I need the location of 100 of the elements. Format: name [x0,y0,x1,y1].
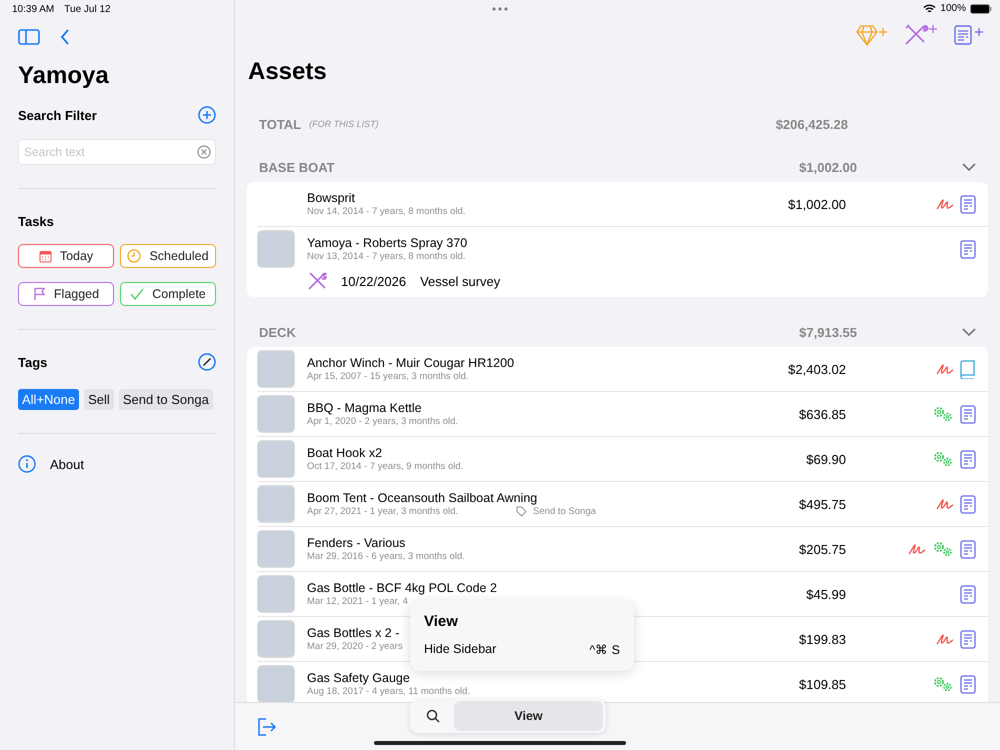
asset-name: Yamoya - Roberts Spray 370 [307,236,468,250]
asset-price: $205.75 [799,542,846,556]
section-heading: Search Filter [18,108,97,122]
asset-price: $109.85 [799,676,846,692]
gears-icon [932,450,954,468]
asset-row[interactable]: Fenders - Various Mar 29, 2016 - 6 years, 3 months old. $205.75 [257,527,988,572]
add-icon[interactable] [198,106,216,124]
asset-row[interactable]: Anchor Winch - Muir Cougar HR1200 Apr 15, 2007 - 15 years, 3 months old. $2,403.02 [257,347,988,392]
document-icon [960,404,976,424]
clear-icon[interactable] [197,145,211,159]
asset-name: BBQ - Magma Kettle [307,401,422,415]
asset-date: Aug 18, 2017 - 4 years, 11 months old. [307,686,470,697]
flag-icon [32,287,46,301]
signature-icon [936,632,954,646]
asset-tag: Send to Songa [533,506,596,517]
back-icon[interactable] [60,29,70,45]
asset-name: Boat Hook x2 [307,446,382,460]
document-icon [960,494,976,514]
document-icon [960,194,976,214]
asset-price: $45.99 [806,586,846,602]
gears-icon [932,540,954,558]
add-diamond-icon[interactable] [856,24,888,46]
checkmark-icon [130,288,144,300]
asset-name: Bowsprit [307,191,355,205]
asset-date: Oct 17, 2014 - 7 years, 9 months old. [307,461,464,472]
task-filter-button[interactable]: Complete [120,282,216,306]
document-icon [960,240,976,258]
page-title: Assets [248,58,328,86]
signature-icon [936,362,954,376]
asset-date: Mar 29, 2016 - 6 years, 3 months old. [307,551,465,562]
asset-row[interactable]: Boom Tent - Oceansouth Sailboat Awning Apr 27, 2021 - 1 year, 3 months old. Send to Songa $495.75 [257,482,988,527]
status-date: Tue Jul 12 [64,4,111,14]
about-item[interactable]: About [18,455,216,473]
chevron-down-icon[interactable] [962,328,976,336]
tag-chip[interactable]: Send to Songa [118,389,213,410]
add-document-icon[interactable] [954,24,986,46]
gears-icon [932,675,954,693]
menu-item[interactable]: Hide Sidebar ^⌘ S [424,642,620,657]
section-total: $1,002.00 [799,160,857,174]
exit-icon[interactable] [257,718,277,736]
asset-row[interactable]: Yamoya - Roberts Spray 370 Nov 13, 2014 - 7 years, 8 months old. 10/22/2026 Vessel survey [257,227,988,297]
asset-row[interactable]: BBQ - Magma Kettle Apr 1, 2020 - 2 years, 3 months old. $636.85 [257,392,988,437]
asset-row[interactable]: Boat Hook x2 Oct 17, 2014 - 7 years, 9 months old. $69.90 [257,437,988,482]
document-icon [960,584,976,604]
add-tools-icon[interactable] [904,24,938,46]
sidebar-toggle-icon[interactable] [18,29,40,45]
search-input[interactable]: Search text [24,140,197,164]
search-field[interactable]: Search text [18,139,216,165]
sidebar-title: Yamoya [18,62,110,90]
tag-icon [516,506,528,517]
asset-date: Nov 13, 2014 - 7 years, 8 months old. [307,251,466,262]
info-icon [18,455,36,473]
document-icon [960,630,976,648]
tag-chip[interactable]: All+None [18,389,80,410]
document-icon [960,674,976,694]
total-value: $206,425.28 [776,116,848,132]
document-icon [960,540,976,558]
signature-icon [936,197,954,211]
search-icon[interactable] [426,709,440,723]
asset-name: Gas Bottle - BCF 4kg POL Code 2 [307,581,497,595]
chevron-down-icon[interactable] [962,163,976,171]
asset-row[interactable]: Gas Safety Gauge Aug 18, 2017 - 4 years, 11 months old. $109.85 [257,662,988,702]
asset-name: Anchor Winch - Muir Cougar HR1200 [307,356,514,370]
multitask-icon[interactable] [492,7,508,11]
task-filter-button[interactable]: Flagged [18,282,114,306]
document-icon [960,450,976,468]
asset-date: Apr 27, 2021 - 1 year, 3 months old. [307,506,458,517]
battery-icon [970,4,992,14]
asset-price: $495.75 [799,496,846,512]
calendar-icon [38,250,52,262]
asset-date: Nov 14, 2014 - 7 years, 8 months old. [307,206,466,217]
section-total: $7,913.55 [799,324,857,340]
asset-price: $199.83 [799,632,846,646]
task-filter-button[interactable]: Today [18,244,114,268]
clock-icon [127,249,142,263]
edit-icon[interactable] [198,353,216,371]
asset-price: $2,403.02 [788,362,846,376]
asset-price: $1,002.00 [788,196,846,212]
task-text: Vessel survey [420,274,500,288]
task-filter-button[interactable]: Scheduled [120,244,216,268]
asset-name: Boom Tent - Oceansouth Sailboat Awning [307,491,538,505]
tag-chip[interactable]: Sell [84,389,114,410]
book-icon [960,360,976,378]
total-label: TOTAL [259,116,302,132]
battery-percent: 100% [940,3,966,14]
asset-price: $69.90 [806,452,846,466]
view-button[interactable]: View [454,701,603,731]
signature-icon [908,542,926,556]
wifi-icon [923,4,936,14]
section-name: BASE BOAT [259,160,335,174]
signature-icon [936,497,954,511]
task-date: 10/22/2026 [341,274,406,288]
section-name: DECK [259,324,296,340]
asset-price: $636.85 [799,406,846,422]
asset-row[interactable]: Bowsprit Nov 14, 2014 - 7 years, 8 months old. $1,002.00 [257,182,988,227]
total-note: (FOR THIS LIST) [309,119,379,129]
tools-icon [307,271,327,291]
section-heading: Tasks [18,214,54,228]
asset-name: Gas Bottles x 2 - [307,626,400,640]
gears-icon [932,405,954,423]
